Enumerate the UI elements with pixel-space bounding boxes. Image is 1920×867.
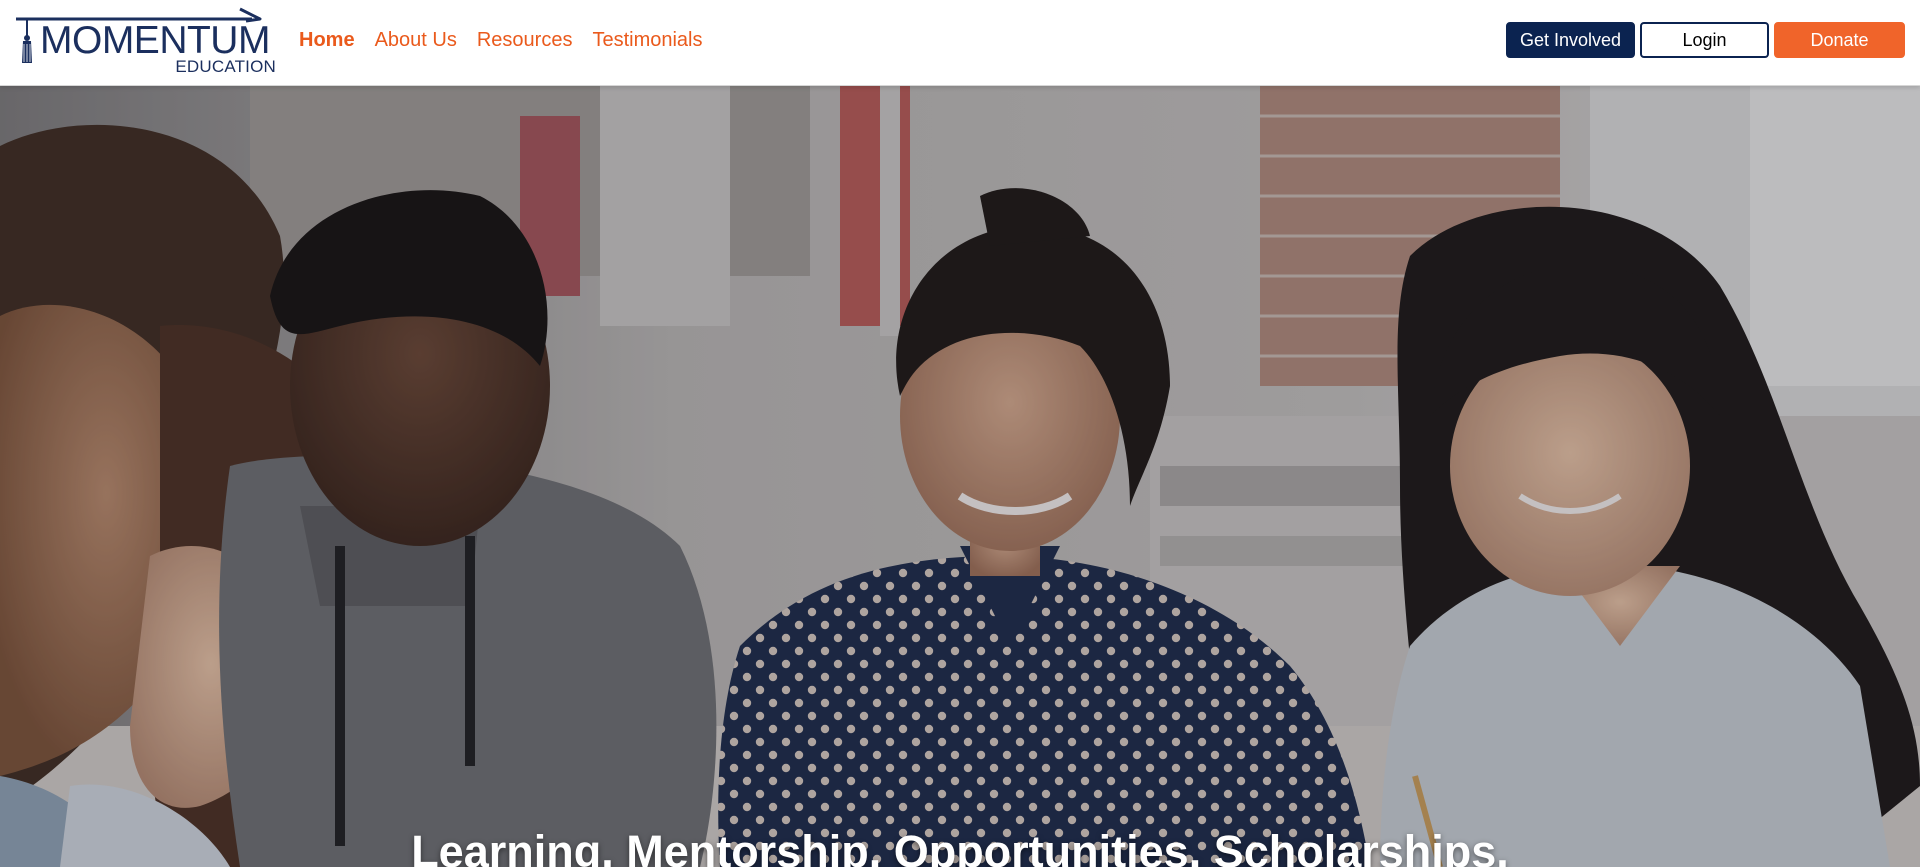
main-nav: Home About Us Resources Testimonials (299, 0, 703, 80)
brand-name: MOMENTUM (40, 19, 270, 62)
nav-home-link[interactable]: Home (299, 29, 355, 52)
site-header: MOMENTUM EDUCATION Home About Us Resourc… (0, 0, 1920, 86)
brand-subtitle: EDUCATION (175, 57, 276, 76)
nav-about-us-link[interactable]: About Us (375, 29, 457, 52)
nav-testimonials-link[interactable]: Testimonials (592, 29, 702, 52)
donate-button[interactable]: Donate (1774, 22, 1905, 58)
get-involved-button[interactable]: Get Involved (1506, 22, 1635, 58)
hero-caption: Learning. Mentorship. Opportunities. Sch… (411, 826, 1509, 867)
header-actions: Get Involved Login Donate (1506, 22, 1905, 58)
hero-overlay (0, 86, 1920, 867)
nav-resources-link[interactable]: Resources (477, 29, 573, 52)
hero-section: Learning. Mentorship. Opportunities. Sch… (0, 86, 1920, 867)
login-button[interactable]: Login (1640, 22, 1769, 58)
momentum-logo[interactable]: MOMENTUM EDUCATION (14, 7, 276, 77)
